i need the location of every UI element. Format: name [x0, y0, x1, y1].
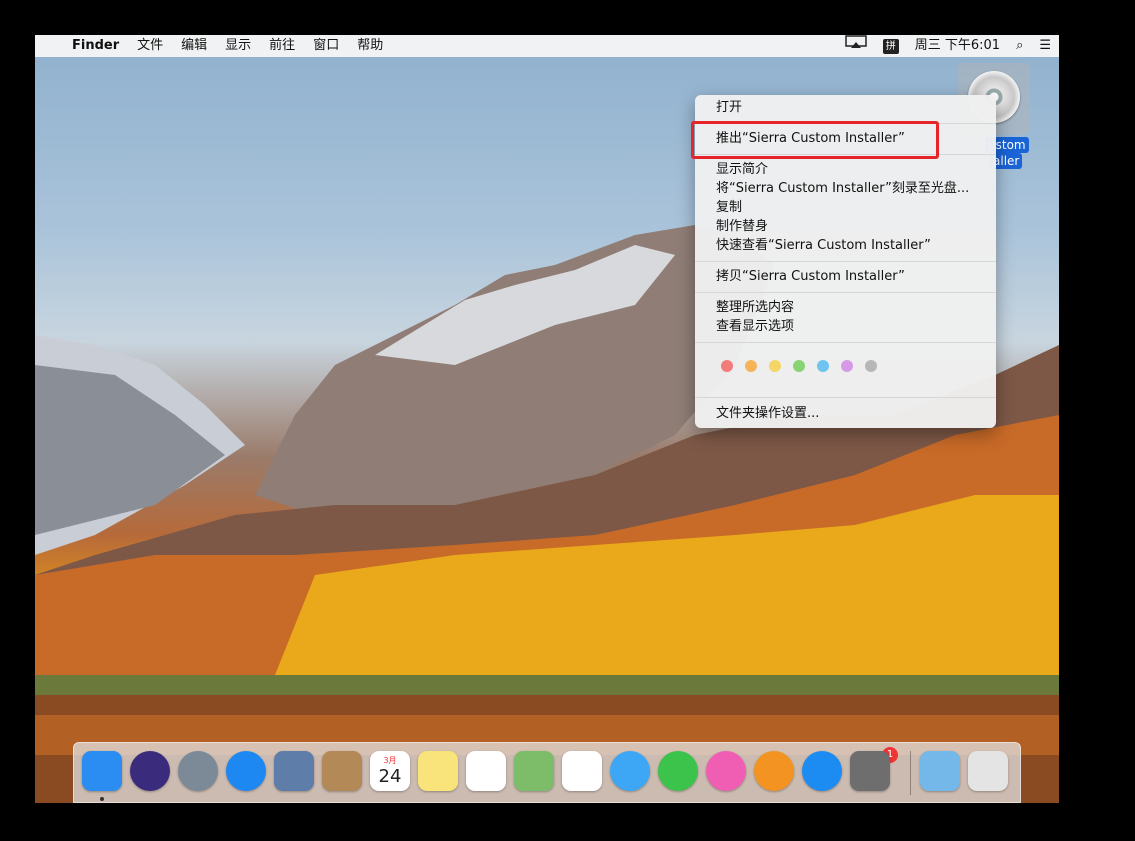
desktop-screen: Finder 文件 编辑 显示 前往 窗口 帮助 拼 周三 下午6:01 ⌕ ☰… — [35, 35, 1059, 803]
facetime-icon[interactable] — [658, 751, 698, 791]
tag-color-dot[interactable] — [865, 360, 877, 372]
mail-icon[interactable] — [274, 751, 314, 791]
menu-finder[interactable]: Finder — [63, 35, 128, 57]
tag-color-dot[interactable] — [721, 360, 733, 372]
tag-color-dot[interactable] — [841, 360, 853, 372]
messages-icon[interactable] — [610, 751, 650, 791]
calendar-icon[interactable]: 3月 24 — [370, 751, 410, 791]
ibooks-icon[interactable] — [754, 751, 794, 791]
menu-item-clean-up[interactable]: 整理所选内容 — [716, 299, 794, 317]
menu-item-get-info[interactable]: 显示简介 — [716, 161, 768, 179]
maps-icon[interactable] — [514, 751, 554, 791]
app-store-icon[interactable] — [802, 751, 842, 791]
system-preferences-icon[interactable] — [850, 751, 890, 791]
calendar-day: 24 — [378, 766, 402, 787]
photos-icon[interactable] — [562, 751, 602, 791]
contacts-icon[interactable] — [322, 751, 362, 791]
menu-file[interactable]: 文件 — [128, 35, 172, 57]
notification-center-icon[interactable]: ☰ — [1031, 35, 1059, 57]
menu-separator — [695, 292, 996, 293]
running-indicator — [100, 797, 104, 801]
menu-item-quick-look[interactable]: 快速查看“Sierra Custom Installer” — [716, 237, 931, 255]
tag-color-dot[interactable] — [817, 360, 829, 372]
menu-go[interactable]: 前往 — [260, 35, 304, 57]
menu-edit[interactable]: 编辑 — [172, 35, 216, 57]
menu-item-copy[interactable]: 拷贝“Sierra Custom Installer” — [716, 268, 905, 286]
siri-icon[interactable] — [130, 751, 170, 791]
highlight-box — [691, 121, 939, 159]
notes-icon[interactable] — [418, 751, 458, 791]
menu-item-make-alias[interactable]: 制作替身 — [716, 218, 768, 236]
menubar-status-area: 拼 周三 下午6:01 ⌕ ☰ — [837, 35, 1059, 57]
menu-item-burn[interactable]: 将“Sierra Custom Installer”刻录至光盘... — [716, 180, 969, 198]
airplay-icon[interactable] — [837, 35, 875, 57]
menu-help[interactable]: 帮助 — [348, 35, 392, 57]
menu-separator — [695, 397, 996, 398]
menu-window[interactable]: 窗口 — [304, 35, 348, 57]
menu-item-folder-actions[interactable]: 文件夹操作设置... — [716, 405, 819, 423]
itunes-icon[interactable] — [706, 751, 746, 791]
menu-item-duplicate[interactable]: 复制 — [716, 199, 742, 217]
menu-separator — [695, 342, 996, 343]
spotlight-search-icon[interactable]: ⌕ — [1008, 35, 1031, 57]
tag-color-dot[interactable] — [745, 360, 757, 372]
calendar-month: 3月 — [383, 756, 397, 765]
tag-color-dot[interactable] — [793, 360, 805, 372]
tag-color-row — [721, 360, 877, 372]
menu-item-open[interactable]: 打开 — [716, 99, 742, 117]
reminders-icon[interactable] — [466, 751, 506, 791]
downloads-icon[interactable] — [920, 751, 960, 791]
finder-icon[interactable] — [82, 751, 122, 791]
dock: 1 3月 24 — [73, 742, 1021, 803]
dock-divider — [910, 751, 911, 795]
safari-icon[interactable] — [226, 751, 266, 791]
tag-color-dot[interactable] — [769, 360, 781, 372]
menu-separator — [695, 261, 996, 262]
input-method-icon[interactable]: 拼 — [875, 35, 907, 57]
menu-bar: Finder 文件 编辑 显示 前往 窗口 帮助 拼 周三 下午6:01 ⌕ ☰ — [35, 35, 1059, 57]
menubar-clock[interactable]: 周三 下午6:01 — [907, 35, 1008, 57]
menu-item-view-options[interactable]: 查看显示选项 — [716, 318, 794, 336]
launchpad-icon[interactable] — [178, 751, 218, 791]
trash-icon[interactable] — [968, 751, 1008, 791]
menu-view[interactable]: 显示 — [216, 35, 260, 57]
